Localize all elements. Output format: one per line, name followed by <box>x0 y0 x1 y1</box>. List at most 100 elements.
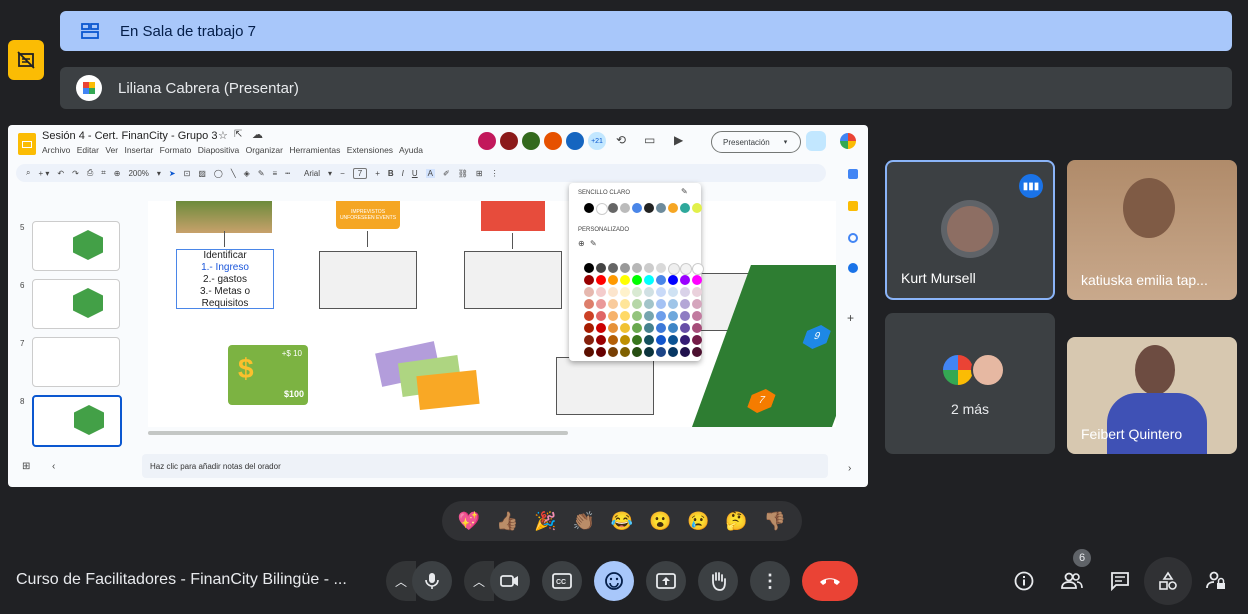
undo-icon[interactable]: ↶ <box>57 169 64 178</box>
color-swatch[interactable] <box>608 263 618 273</box>
color-swatch[interactable] <box>620 275 630 285</box>
collaborator-avatar[interactable] <box>566 132 584 150</box>
color-swatch[interactable] <box>596 275 606 285</box>
breakout-room-banner[interactable]: En Sala de trabajo 7 <box>60 11 1232 51</box>
color-swatch[interactable] <box>680 323 690 333</box>
note-page[interactable] <box>464 251 562 309</box>
color-swatch[interactable] <box>668 287 678 297</box>
contacts-icon[interactable] <box>848 263 858 273</box>
font-size-input[interactable]: 7 <box>352 167 368 179</box>
add-addon-icon[interactable]: + <box>847 311 854 325</box>
menu-item[interactable]: Insertar <box>124 145 153 155</box>
color-swatch[interactable] <box>584 275 594 285</box>
color-swatch[interactable] <box>620 335 630 345</box>
color-swatch[interactable] <box>644 287 654 297</box>
color-swatch[interactable] <box>608 335 618 345</box>
shape-icon[interactable]: ◯ <box>214 169 223 178</box>
reaction-emoji[interactable]: 🎉 <box>533 508 559 534</box>
participant-tile[interactable]: ▮▮▮ Kurt Mursell <box>885 160 1055 300</box>
color-swatch[interactable] <box>584 311 594 321</box>
menu-item[interactable]: Archivo <box>42 145 70 155</box>
color-swatch[interactable] <box>668 335 678 345</box>
color-swatch[interactable] <box>632 263 642 273</box>
color-swatch[interactable] <box>692 323 702 333</box>
camera-button[interactable] <box>490 561 530 601</box>
collaborator-avatar[interactable] <box>522 132 540 150</box>
color-swatch[interactable] <box>596 311 606 321</box>
color-swatch[interactable] <box>692 347 702 357</box>
color-swatch[interactable] <box>596 299 606 309</box>
captions-button[interactable]: CC <box>542 561 582 601</box>
select-icon[interactable]: ➤ <box>169 169 176 178</box>
horizontal-scrollbar[interactable] <box>148 431 568 435</box>
color-swatch[interactable] <box>608 203 618 213</box>
leave-call-button[interactable] <box>802 561 858 601</box>
color-swatch[interactable] <box>668 299 678 309</box>
color-swatch[interactable] <box>584 323 594 333</box>
slide-thumbnail[interactable] <box>32 279 120 329</box>
color-swatch[interactable] <box>680 263 692 275</box>
user-avatar[interactable] <box>840 133 856 149</box>
slide-canvas[interactable]: IMPREVISTOS UNFORESEEN EVENTS Identifica… <box>148 201 836 427</box>
menu-item[interactable]: Herramientas <box>289 145 340 155</box>
activities-button[interactable] <box>1144 557 1192 605</box>
border-weight-icon[interactable]: ≡ <box>273 169 278 178</box>
color-swatch[interactable] <box>644 335 654 345</box>
color-swatch[interactable] <box>632 347 642 357</box>
collaborator-avatar[interactable] <box>478 132 496 150</box>
bold-icon[interactable]: B <box>388 169 394 178</box>
color-swatch[interactable] <box>668 263 680 275</box>
color-swatch[interactable] <box>644 263 654 273</box>
presenter-banner[interactable]: Liliana Cabrera (Presentar) <box>60 67 1232 109</box>
shared-screen[interactable]: Sesión 4 - Cert. FinanCity - Grupo 3 ☆ ⇱… <box>8 125 868 487</box>
text-color-icon[interactable]: A <box>425 168 435 178</box>
redo-icon[interactable]: ↷ <box>72 169 79 178</box>
color-swatch[interactable] <box>692 203 702 213</box>
participant-tile[interactable]: katiuska emilia tap... <box>1067 160 1237 300</box>
color-swatch[interactable] <box>584 335 594 345</box>
color-swatch[interactable] <box>584 203 594 213</box>
reaction-emoji[interactable]: 👍🏽 <box>494 508 520 534</box>
border-dash-icon[interactable]: ┅ <box>285 169 290 178</box>
menu-item[interactable]: Extensiones <box>347 145 393 155</box>
color-swatch[interactable] <box>692 287 702 297</box>
history-icon[interactable]: ⟲ <box>616 133 626 147</box>
slide-text-line[interactable]: Requisitos <box>177 298 273 310</box>
color-swatch[interactable] <box>620 263 630 273</box>
image-icon[interactable]: ▨ <box>198 169 206 178</box>
zoom-value[interactable]: 200% <box>128 169 148 178</box>
color-swatch[interactable] <box>596 335 606 345</box>
color-swatch[interactable] <box>656 335 666 345</box>
star-icon[interactable]: ☆ <box>218 129 228 142</box>
comment-icon[interactable]: ▭ <box>644 133 655 147</box>
paint-format-icon[interactable]: ⌗ <box>101 168 106 178</box>
new-slide-icon[interactable]: + ▾ <box>38 169 49 178</box>
color-swatch[interactable] <box>584 299 594 309</box>
color-swatch[interactable] <box>620 299 630 309</box>
color-swatch[interactable] <box>632 203 642 213</box>
collaborator-avatars[interactable]: +21 <box>478 132 606 150</box>
color-swatch[interactable] <box>680 311 690 321</box>
color-swatch[interactable] <box>608 275 618 285</box>
slide-thumbnail-selected[interactable] <box>32 395 122 447</box>
menu-item[interactable]: Ayuda <box>399 145 423 155</box>
color-swatch[interactable] <box>620 347 630 357</box>
color-swatch[interactable] <box>644 203 654 213</box>
menu-item[interactable]: Ver <box>105 145 118 155</box>
reaction-emoji[interactable]: 😮 <box>647 508 673 534</box>
color-swatch[interactable] <box>608 299 618 309</box>
slide-text-line[interactable]: 2.- gastos <box>177 274 273 286</box>
collapse-panel-icon[interactable]: ‹ <box>52 461 55 472</box>
participant-tile[interactable]: 2 más <box>885 313 1055 454</box>
chevron-down-icon[interactable]: ▾ <box>328 169 332 178</box>
color-swatch[interactable] <box>596 203 608 215</box>
note-page[interactable] <box>556 357 654 415</box>
chevron-down-icon[interactable]: ▾ <box>784 138 788 146</box>
color-swatch[interactable] <box>620 203 630 213</box>
reaction-emoji[interactable]: 👏🏽 <box>571 508 597 534</box>
color-swatch[interactable] <box>656 287 666 297</box>
color-palette-popup[interactable]: SENCILLO CLARO ✎ PERSONALIZADO ⊕ ✎ <box>569 183 704 361</box>
more-options-button[interactable]: ⋮ <box>750 561 790 601</box>
color-swatch[interactable] <box>668 347 678 357</box>
collaborator-avatar[interactable] <box>544 132 562 150</box>
